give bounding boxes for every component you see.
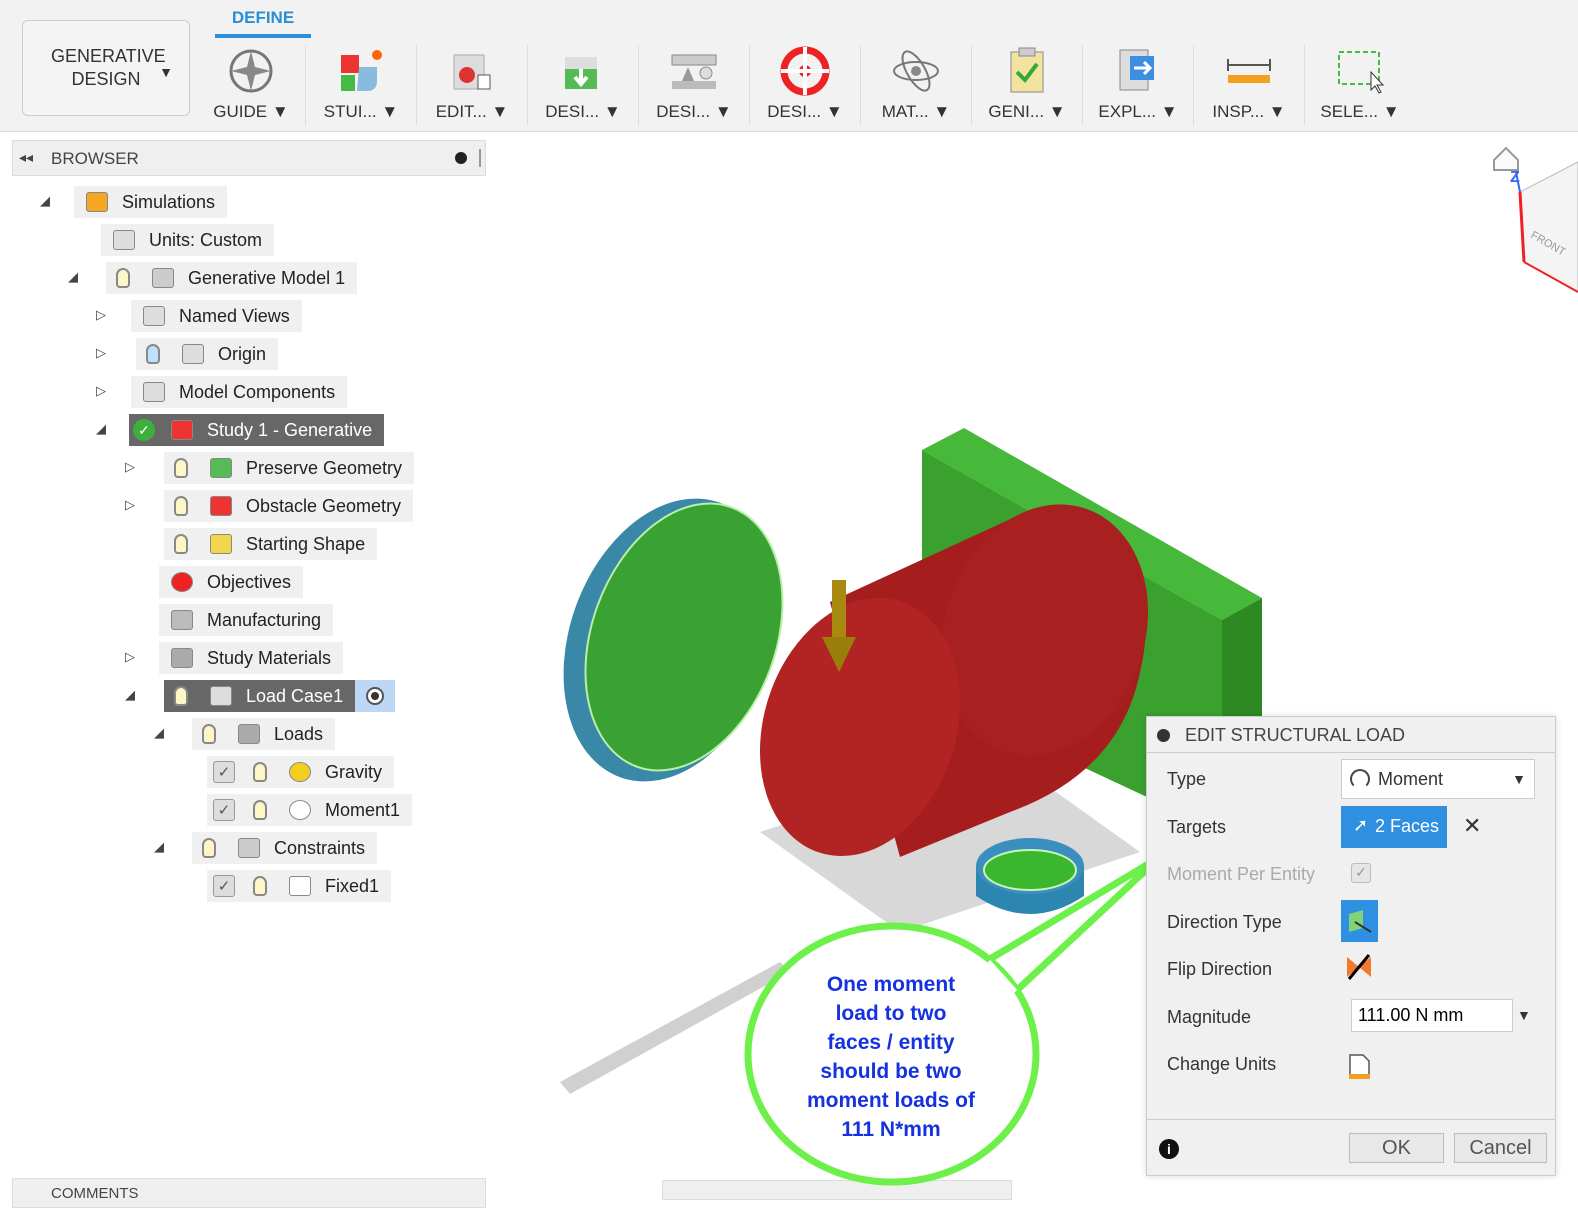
type-select[interactable]: Moment ▼ [1341,759,1535,799]
compass-icon [196,40,306,102]
guide-button[interactable]: GUIDE ▼ [196,40,306,130]
flip-icon [1347,954,1371,980]
cursor-icon: ➚ [1353,815,1369,835]
change-units-button[interactable] [1347,1053,1373,1086]
design-criteria-button[interactable]: DESI... ▼ [750,40,860,130]
moment-arrow-shaft [832,580,846,640]
plane-direction-icon [1349,910,1372,933]
constraint-icon [639,40,749,102]
units-document-icon [1349,1054,1370,1079]
clipboard-check-icon [972,40,1082,102]
design-space-button[interactable]: DESI... ▼ [528,40,638,130]
clear-targets-button[interactable]: ✕ [1463,813,1481,839]
callout-text: One moment load to two faces / entity shoul… [806,973,975,1141]
study-button[interactable]: STUI... ▼ [306,40,416,130]
chevron-down-icon: ▼ [1512,771,1526,787]
cancel-button[interactable]: Cancel [1454,1133,1547,1163]
workspace-dropdown[interactable]: GENERATIVE DESIGN ▼ [22,20,190,116]
magnitude-input[interactable] [1351,999,1513,1032]
generate-button[interactable]: GENI... ▼ [972,40,1082,130]
moment-icon [1350,769,1370,789]
targets-selector[interactable]: ➚ 2 Faces [1341,806,1447,848]
select-box-icon [1305,40,1415,102]
viewcube[interactable]: Z FRONT [1510,161,1578,293]
measure-icon [1194,40,1304,102]
preserve-icon [528,40,638,102]
home-icon[interactable] [1493,146,1519,171]
design-conditions-button[interactable]: DESI... ▼ [639,40,749,130]
magnitude-dropdown-icon[interactable]: ▼ [1517,1007,1531,1023]
select-button[interactable]: SELE... ▼ [1305,40,1415,130]
tab-define[interactable]: DEFINE [215,8,311,38]
chevron-down-icon: ▼ [159,64,173,80]
toolbar: GENERATIVE DESIGN ▼ DEFINE GUIDE ▼ STUI..… [0,0,1578,132]
collapse-dialog-icon[interactable] [1157,729,1170,742]
explore-button[interactable]: EXPL... ▼ [1083,40,1193,130]
flip-direction-button[interactable] [1345,953,1373,986]
edit-model-icon [417,40,527,102]
edit-structural-load-dialog: EDIT STRUCTURAL LOAD Type Moment ▼ Target… [1146,716,1556,1176]
svg-text:Z: Z [1510,169,1520,186]
inspect-button[interactable]: INSP... ▼ [1194,40,1304,130]
target-icon [750,40,860,102]
small-cylinder-face [983,849,1077,891]
direction-type-button[interactable] [1341,900,1378,942]
moment-per-entity-checkbox[interactable]: ✓ [1351,863,1371,883]
atom-icon [861,40,971,102]
materials-button[interactable]: MAT... ▼ [861,40,971,130]
edit-model-button[interactable]: EDIT... ▼ [417,40,527,130]
study-icon [306,40,416,102]
ok-button[interactable]: OK [1349,1133,1444,1163]
info-icon[interactable]: i [1159,1139,1179,1159]
explore-icon [1083,40,1193,102]
